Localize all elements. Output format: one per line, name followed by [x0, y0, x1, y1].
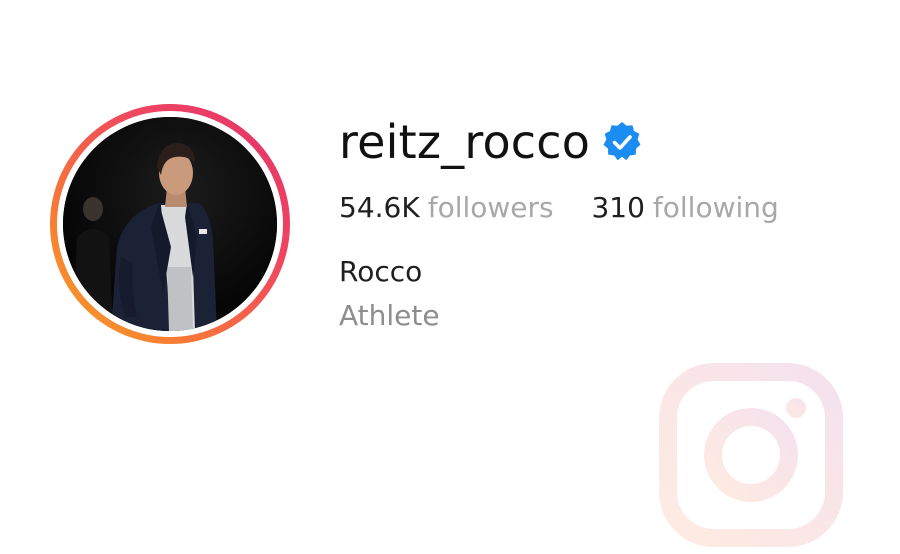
username-row: reitz_rocco — [339, 112, 644, 172]
username[interactable]: reitz_rocco — [339, 112, 590, 172]
stats-row: 54.6K followers 310 following — [339, 188, 779, 228]
followers-stat[interactable]: 54.6K followers — [339, 191, 563, 224]
avatar-gap — [57, 111, 283, 337]
avatar[interactable] — [63, 117, 277, 331]
category-label: Athlete — [339, 299, 440, 332]
full-name: Rocco — [339, 255, 423, 288]
profile-photo — [63, 117, 277, 331]
following-stat[interactable]: 310 following — [583, 191, 779, 224]
story-ring[interactable] — [50, 104, 290, 344]
followers-count: 54.6K — [339, 191, 420, 224]
following-label: following — [652, 191, 779, 224]
following-count: 310 — [591, 191, 645, 224]
verified-badge-icon — [600, 120, 644, 164]
instagram-logo-icon — [656, 360, 846, 550]
followers-label: followers — [427, 191, 554, 224]
